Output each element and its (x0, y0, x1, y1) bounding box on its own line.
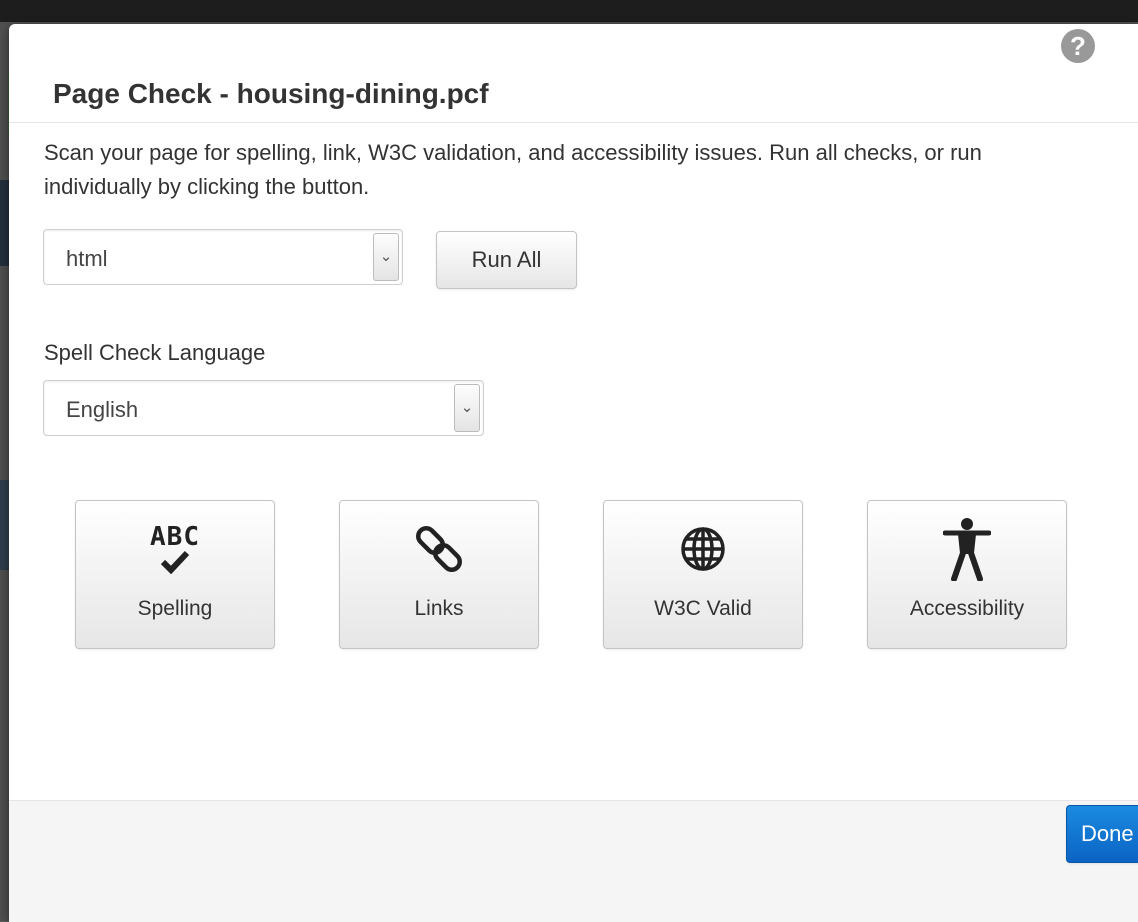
spell-check-language-label: Spell Check Language (44, 340, 266, 365)
spelling-check-label: Spelling (137, 597, 213, 620)
backdrop-top-bar (0, 0, 1138, 22)
w3c-valid-check-button[interactable]: W3C Valid (603, 500, 803, 649)
spelling-check-button[interactable]: ABC Spelling (75, 500, 275, 649)
w3c-valid-check-label: W3C Valid (654, 597, 752, 620)
chevron-down-icon[interactable]: ⌄ (373, 233, 399, 281)
checkmark-icon (160, 550, 190, 574)
accessibility-person-icon (868, 517, 1066, 581)
spellcheck-icon-text: ABC (150, 522, 200, 552)
links-check-label: Links (414, 597, 464, 620)
accessibility-check-label: Accessibility (909, 597, 1025, 620)
question-circle-icon[interactable]: ? (1061, 29, 1095, 63)
dialog-footer (9, 800, 1138, 922)
link-chain-icon (340, 517, 538, 581)
language-select[interactable]: English ⌄ (43, 380, 484, 436)
dialog-header: Page Check - housing-dining.pcf (9, 24, 1138, 123)
run-all-button[interactable]: Run All (436, 231, 577, 289)
links-check-button[interactable]: Links (339, 500, 539, 649)
accessibility-check-button[interactable]: Accessibility (867, 500, 1067, 649)
globe-icon (604, 517, 802, 581)
done-button[interactable]: Done (1066, 805, 1138, 863)
format-select-value: html (66, 246, 108, 271)
language-select-value: English (66, 397, 139, 422)
format-select[interactable]: html ⌄ (43, 229, 403, 285)
dialog-description: Scan your page for spelling, link, W3C v… (44, 140, 982, 199)
spellcheck-abc-icon: ABC (76, 517, 274, 581)
dialog-title: Page Check - housing-dining.pcf (53, 78, 489, 109)
chevron-down-icon[interactable]: ⌄ (454, 384, 480, 432)
